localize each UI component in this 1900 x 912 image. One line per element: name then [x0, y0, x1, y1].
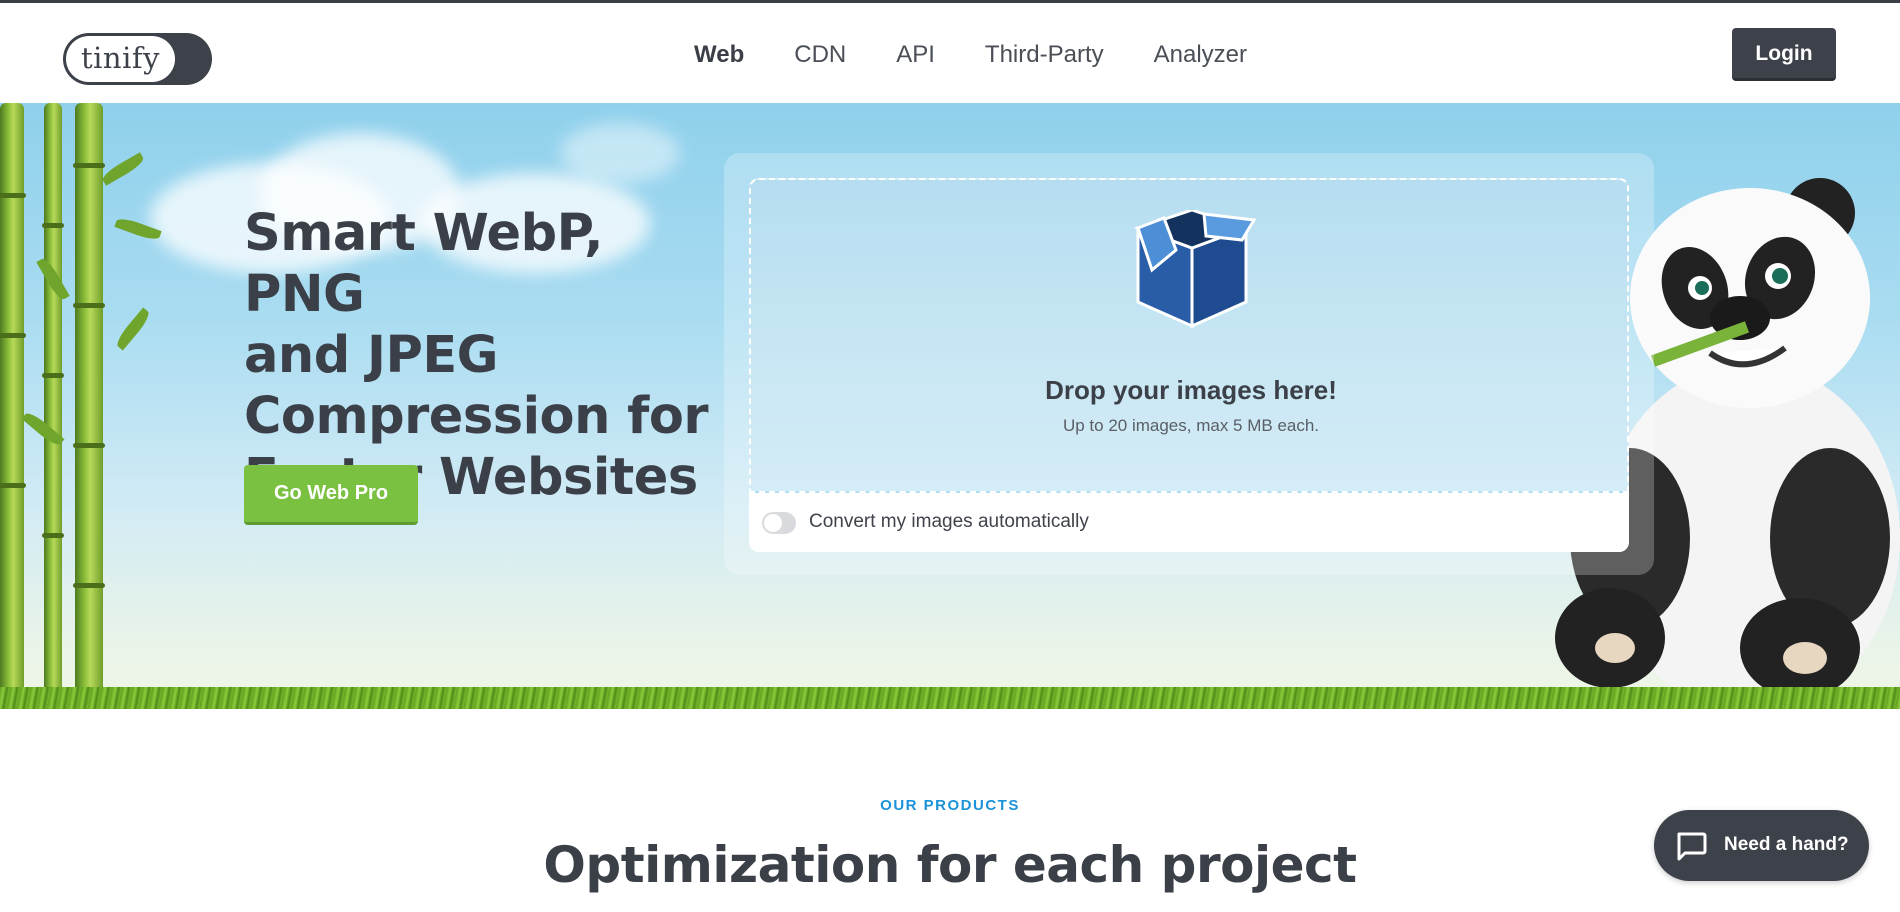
- help-label: Need a hand?: [1724, 834, 1849, 855]
- bamboo-stalk: [0, 103, 26, 709]
- site-header: tinify Web CDN API Third-Party Analyzer …: [0, 3, 1900, 103]
- hero-title-line: Smart WebP, PNG: [244, 204, 604, 324]
- cloud-decoration: [560, 123, 680, 183]
- dropzone-card: Drop your images here! Up to 20 images, …: [749, 178, 1629, 552]
- bamboo-stalk: [73, 103, 105, 709]
- convert-toggle[interactable]: [762, 512, 796, 534]
- nav-item-web[interactable]: Web: [694, 39, 744, 71]
- bamboo-stalk: [42, 103, 64, 709]
- tinify-logo[interactable]: tinify: [63, 33, 212, 85]
- toggle-knob: [764, 514, 782, 532]
- hero-title: Smart WebP, PNG and JPEG Compression for…: [244, 203, 714, 508]
- convert-label: Convert my images automatically: [809, 511, 1089, 532]
- chat-icon: [1677, 832, 1707, 861]
- hero-title-line: and JPEG: [244, 326, 499, 385]
- nav-item-api[interactable]: API: [896, 39, 935, 71]
- nav-item-third-party[interactable]: Third-Party: [985, 39, 1104, 71]
- go-web-pro-button[interactable]: Go Web Pro: [244, 465, 418, 525]
- need-a-hand-button[interactable]: Need a hand?: [1654, 810, 1869, 881]
- bamboo-leaf: [113, 307, 153, 351]
- hero-title-line: Compression for: [244, 387, 709, 446]
- login-button[interactable]: Login: [1732, 28, 1836, 81]
- box-icon: [1133, 210, 1257, 329]
- drop-title: Drop your images here!: [1045, 375, 1337, 405]
- logo-text: tinify: [66, 36, 175, 82]
- nav-item-cdn[interactable]: CDN: [794, 39, 846, 71]
- section-eyebrow: OUR PRODUCTS: [880, 797, 1020, 814]
- convert-option-row: Convert my images automatically: [749, 493, 1629, 552]
- grass-decoration: [0, 687, 1900, 709]
- hero-section: Smart WebP, PNG and JPEG Compression for…: [0, 103, 1900, 709]
- bamboo-leaf: [100, 152, 146, 186]
- main-nav: Web CDN API Third-Party Analyzer: [694, 39, 1297, 71]
- drop-subtitle: Up to 20 images, max 5 MB each.: [1062, 416, 1320, 435]
- image-drop-area[interactable]: Drop your images here! Up to 20 images, …: [749, 178, 1629, 493]
- section-title: Optimization for each project: [543, 836, 1357, 894]
- nav-item-analyzer[interactable]: Analyzer: [1154, 39, 1247, 71]
